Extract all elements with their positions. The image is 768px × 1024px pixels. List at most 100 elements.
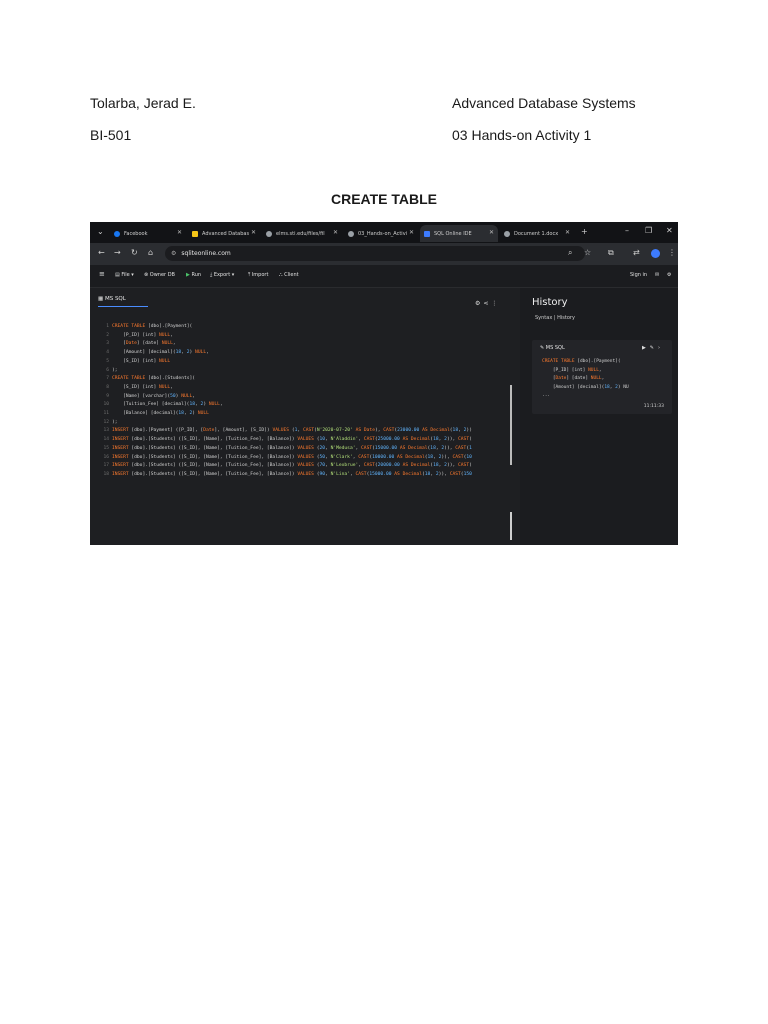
line-number: 14	[103, 437, 109, 443]
ide-screenshot: ⌄ Facebook ✕ Advanced Databas ✕ elms.sti…	[90, 222, 678, 545]
url-field[interactable]: ⚙ sqliteonline.com	[165, 246, 585, 261]
export-menu[interactable]: ⤓ Export ▾	[210, 272, 234, 278]
window-close-icon[interactable]: ✕	[666, 226, 673, 235]
export-label: Export	[213, 272, 231, 278]
code-line: 18 INSERT [dbo].[Students] ([S_ID], [Name…	[98, 471, 514, 480]
back-icon[interactable]: ←	[98, 248, 105, 257]
browser-tab-active[interactable]: SQL Online IDE ✕	[420, 225, 498, 242]
line-number: 4	[106, 350, 109, 356]
browser-tab[interactable]: Facebook ✕	[110, 225, 186, 242]
history-tabs[interactable]: Syntax | History	[535, 315, 575, 321]
run-label: Run	[191, 272, 202, 278]
run-button[interactable]: ▶ Run	[186, 272, 201, 278]
site-info-icon[interactable]: ⚙	[171, 250, 176, 257]
line-number: 17	[103, 463, 109, 469]
file-menu-label: File	[121, 272, 130, 278]
code-line: 4 [Amount] [decimal](18, 2) NULL,	[98, 349, 514, 358]
avatar[interactable]	[651, 249, 660, 258]
line-number: 8	[106, 384, 109, 390]
history-code-line: [Date] [date] NULL,	[542, 376, 605, 381]
code-line: 14 INSERT [dbo].[Students] ([S_ID], [Name…	[98, 436, 514, 445]
globe-icon	[266, 230, 272, 237]
bookmark-star-icon[interactable]: ☆	[584, 248, 591, 257]
code-editor[interactable]: 1 CREATE TABLE [dbo].[Payment](2 [P_ID] […	[98, 323, 514, 483]
reload-icon[interactable]: ↻	[131, 248, 138, 257]
hamburger-icon[interactable]: ≡	[99, 270, 105, 278]
tab-label: Document 1.docx	[514, 230, 559, 237]
history-entry-time: 11:11:33	[643, 404, 664, 409]
code-line: 8 [S_ID] [int] NULL,	[98, 384, 514, 393]
code-line: 13 INSERT [dbo].[Payment] ([P_ID], [Date]…	[98, 427, 514, 436]
expand-icon[interactable]: ›	[658, 345, 664, 351]
line-number: 2	[106, 332, 109, 338]
home-icon[interactable]: ⌂	[148, 248, 153, 257]
tab-label: SQL Online IDE	[434, 230, 472, 237]
facebook-icon	[114, 230, 120, 237]
profile-switch-icon[interactable]: ⇄	[633, 248, 640, 257]
code-line: 1 CREATE TABLE [dbo].[Payment](	[98, 323, 514, 332]
vertical-scrollbar[interactable]	[510, 385, 512, 465]
client-label: Client	[284, 272, 299, 278]
history-code-line: ...	[542, 393, 551, 398]
history-code-line: [Amount] [decimal](18, 2) NU	[542, 384, 629, 390]
browser-tab[interactable]: elms.sti.edu/files/fil ✕	[262, 225, 342, 242]
student-name: Tolarba, Jerad E.	[90, 95, 196, 111]
code-line: 15 INSERT [dbo].[Students] ([S_ID], [Name…	[98, 445, 514, 454]
history-entry-actions: ▶✎›	[642, 345, 664, 351]
code-line: 6);	[98, 367, 514, 376]
zoom-icon[interactable]: ⌕	[568, 248, 572, 258]
new-tab-icon[interactable]: +	[581, 227, 588, 236]
extensions-icon[interactable]: ⧉	[608, 248, 614, 258]
more-icon[interactable]: ⋮	[491, 300, 500, 307]
history-panel: History Syntax | History ✎ MS SQL ▶✎› CR…	[520, 288, 678, 545]
import-button[interactable]: ⤒ Import	[248, 272, 268, 278]
tab-label: Facebook	[124, 230, 148, 237]
line-number: 11	[103, 411, 109, 417]
client-button[interactable]: ⛬ Client	[279, 272, 299, 278]
tab-label: 03_Hands-on_Activi	[358, 230, 408, 237]
sign-in-link[interactable]: Sign in	[630, 272, 647, 278]
minimize-icon[interactable]: –	[625, 226, 629, 235]
history-entry[interactable]: ✎ MS SQL ▶✎› CREATE TABLE [dbo].[Payment…	[532, 340, 672, 414]
close-icon[interactable]: ✕	[251, 229, 256, 236]
line-number: 15	[103, 445, 109, 451]
tab-label: Advanced Databas	[202, 230, 250, 237]
browser-tab[interactable]: Advanced Databas ✕	[188, 225, 260, 242]
settings-gear-icon[interactable]: ⚙	[667, 272, 671, 278]
forward-icon[interactable]: →	[114, 248, 121, 257]
close-icon[interactable]: ✕	[565, 229, 570, 236]
import-label: Import	[251, 272, 269, 278]
code-line: 5 [S_ID] [int] NULL	[98, 358, 514, 367]
line-number: 6	[106, 367, 109, 373]
console-scrollbar[interactable]	[510, 512, 512, 540]
editor-tab-label: MS SQL	[104, 296, 126, 302]
close-icon[interactable]: ✕	[409, 229, 414, 236]
tab-search-icon[interactable]: ⌄	[97, 227, 104, 236]
code-line: 7 CREATE TABLE [dbo].[Students](	[98, 375, 514, 384]
course-name: Advanced Database Systems	[452, 95, 636, 111]
line-number: 10	[103, 402, 109, 408]
file-menu[interactable]: ▤ File ▾	[115, 272, 134, 278]
maximize-icon[interactable]: ❐	[645, 226, 652, 235]
owner-db-button[interactable]: ⊗ Owner DB	[144, 272, 175, 278]
line-number: 5	[106, 358, 109, 364]
url-text: sqliteonline.com	[181, 250, 231, 257]
line-number: 3	[106, 341, 109, 347]
globe-icon	[504, 230, 510, 237]
close-icon[interactable]: ✕	[489, 229, 494, 236]
menu-kebab-icon[interactable]: ⋮	[668, 248, 676, 257]
mail-icon[interactable]: ✉	[655, 272, 659, 278]
close-icon[interactable]: ✕	[177, 229, 182, 236]
sql-editor-panel: ▦ MS SQL ⚙⋖⋮ 1 CREATE TABLE [dbo].[Paymen…	[90, 288, 515, 545]
edit-icon[interactable]: ✎	[650, 345, 658, 351]
tab-ms-sql[interactable]: ▦ MS SQL	[98, 296, 126, 302]
run-icon[interactable]: ▶	[642, 345, 650, 351]
close-icon[interactable]: ✕	[333, 229, 338, 236]
code-line: 3 [Date] [date] NULL,	[98, 340, 514, 349]
browser-tab[interactable]: 03_Hands-on_Activi ✕	[344, 225, 418, 242]
browser-tab[interactable]: Document 1.docx ✕	[500, 225, 574, 242]
line-number: 7	[106, 376, 109, 382]
line-number: 18	[103, 471, 109, 477]
line-number: 1	[106, 324, 109, 329]
owner-db-label: Owner DB	[149, 272, 175, 278]
